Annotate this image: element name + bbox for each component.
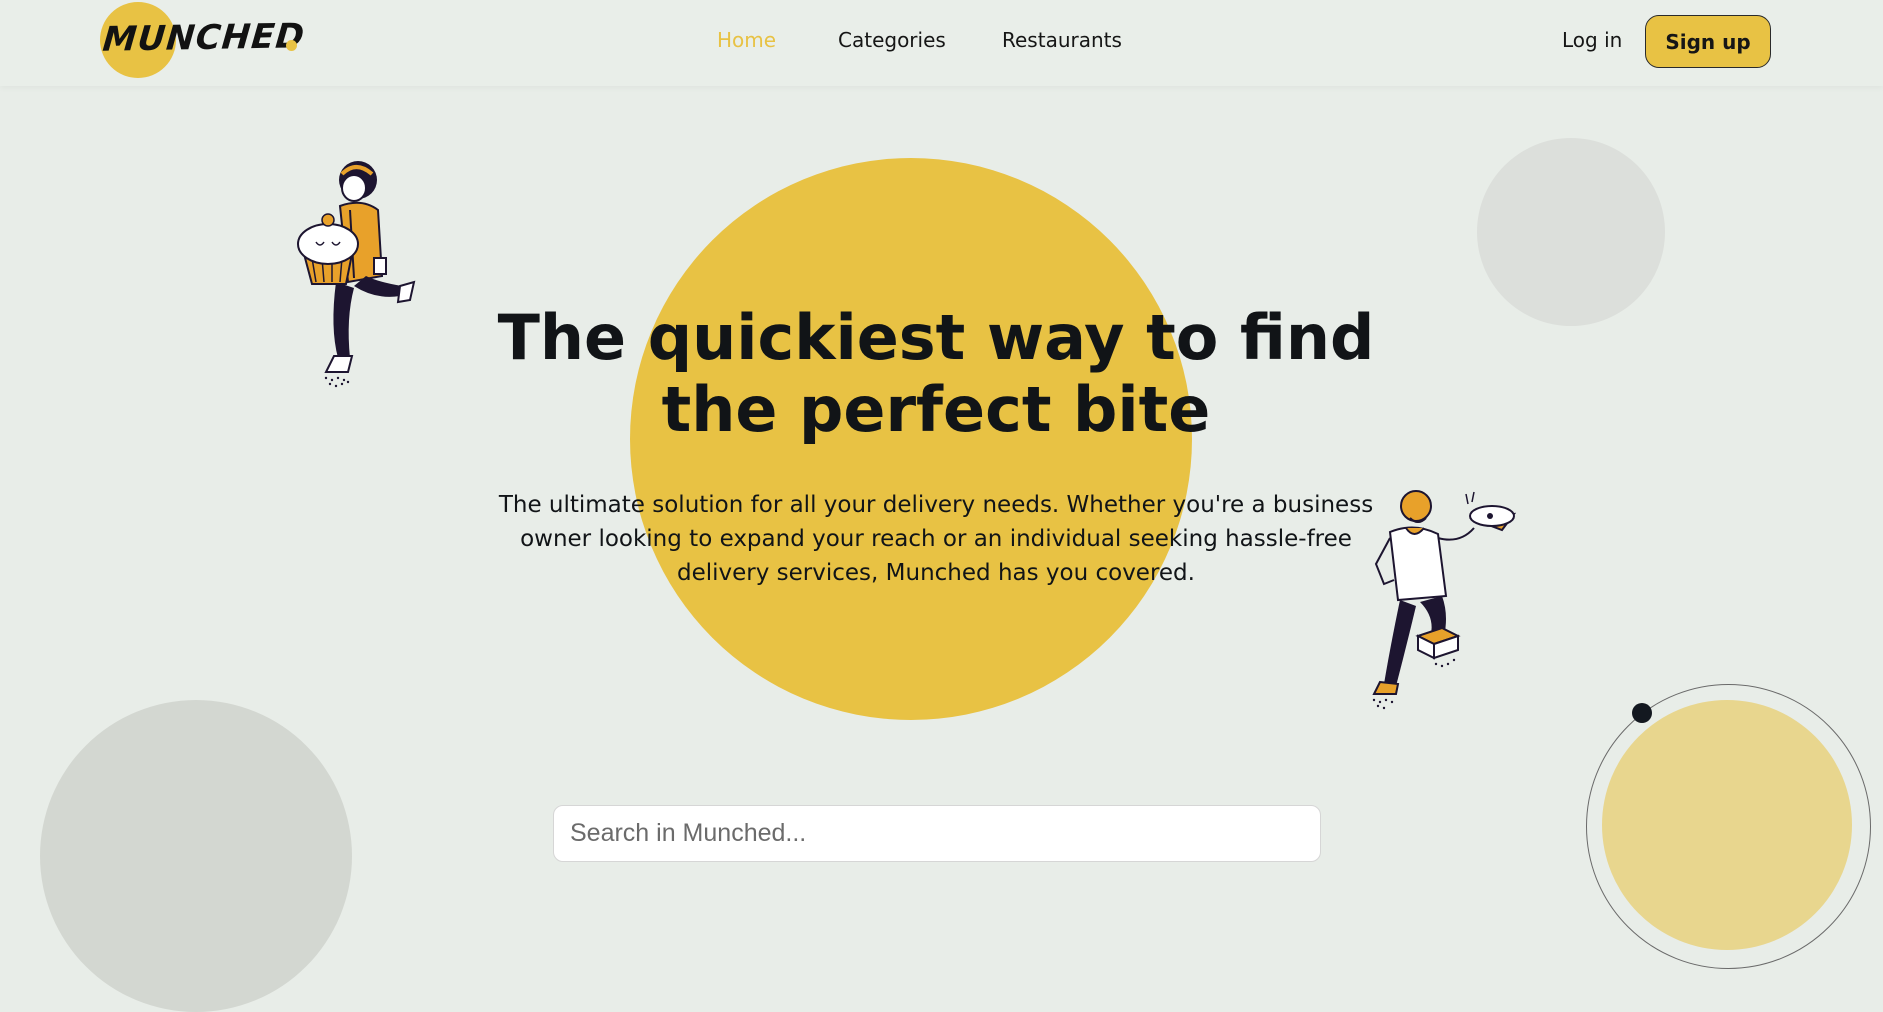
munched-logo[interactable]: MUNCHED bbox=[100, 2, 307, 80]
login-link[interactable]: Log in bbox=[1562, 28, 1622, 52]
search-box bbox=[553, 805, 1321, 862]
decor-ring-fill bbox=[1602, 700, 1852, 950]
nav-restaurants[interactable]: Restaurants bbox=[1002, 28, 1122, 52]
search-input[interactable] bbox=[554, 806, 1320, 861]
hero-subtitle: The ultimate solution for all your deliv… bbox=[498, 492, 1374, 586]
logo-dot bbox=[286, 40, 297, 51]
nav-home[interactable]: Home bbox=[717, 28, 776, 52]
decor-circle-top-right bbox=[1477, 138, 1665, 326]
site-header: MUNCHED Home Categories Restaurants Log … bbox=[0, 0, 1883, 86]
nav-categories[interactable]: Categories bbox=[838, 28, 946, 52]
logo-text: MUNCHED bbox=[101, 16, 307, 60]
person-carrying-cupcake-icon bbox=[297, 161, 416, 388]
hero-title: The quickiest way to find the perfect bi… bbox=[497, 301, 1375, 446]
decor-ring-dot bbox=[1632, 703, 1652, 723]
decor-circle-bottom-left bbox=[40, 700, 352, 1012]
signup-button[interactable]: Sign up bbox=[1645, 15, 1771, 68]
